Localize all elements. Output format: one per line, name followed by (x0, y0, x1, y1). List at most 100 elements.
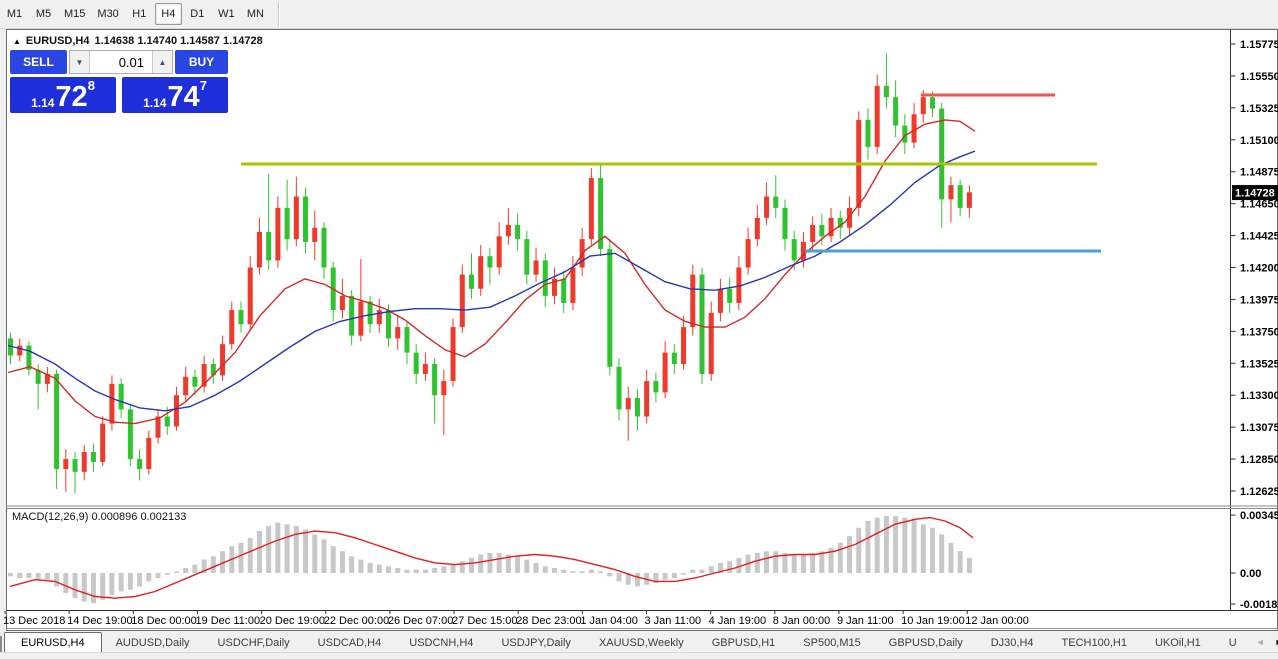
macd-histogram-bar (451, 565, 456, 573)
chart-tab-dj30-h4[interactable]: DJ30,H4 (977, 634, 1048, 652)
macd-histogram-bar (543, 566, 548, 573)
chart-tab-usdchf-daily[interactable]: USDCHF,Daily (204, 634, 304, 652)
tab-scroll-left-icon[interactable]: ◄ (1251, 637, 1270, 647)
macd-histogram-bar (580, 571, 585, 573)
macd-histogram-bar (358, 560, 363, 573)
volume-input[interactable] (90, 51, 152, 73)
chart-tab-tech100-h1[interactable]: TECH100,H1 (1048, 634, 1141, 652)
chart-tab-eurusd-h4[interactable]: EURUSD,H4 (4, 632, 102, 652)
macd-histogram-bar (8, 573, 13, 576)
macd-histogram-bar (792, 555, 797, 573)
macd-histogram-bar (690, 570, 695, 573)
candle-body (17, 346, 22, 356)
macd-histogram-bar (838, 543, 843, 573)
price-tick-label: 1.15100 (1240, 135, 1278, 147)
candle-body (487, 256, 492, 267)
chart-tabbar: EURUSD,H4AUDUSD,DailyUSDCHF,DailyUSDCAD,… (0, 632, 1278, 652)
sell-button[interactable]: SELL (10, 50, 67, 74)
macd-histogram-bar (91, 573, 96, 603)
candle-body (266, 232, 271, 260)
candle-body (875, 86, 880, 147)
candle-body (653, 381, 658, 392)
ask-price-display[interactable]: 1.14 74 7 (122, 77, 228, 113)
macd-tick-label: 0.00 (1240, 568, 1261, 580)
tab-scroll-right-icon[interactable]: ► (1270, 637, 1278, 647)
price-tick-label: 1.15325 (1240, 103, 1278, 115)
tab-scroll-arrows: ◄► (1251, 632, 1278, 652)
volume-decrease-icon[interactable]: ▼ (70, 51, 90, 73)
candle-body (229, 310, 234, 344)
chart-tab-u[interactable]: U (1215, 634, 1251, 652)
candle-body (248, 267, 253, 324)
bid-price-pips: 72 (55, 84, 87, 110)
macd-histogram-bar (727, 561, 732, 573)
date-tick-label: 28 Dec 23:00 (516, 615, 581, 627)
bid-price-point: 8 (88, 78, 95, 93)
macd-histogram-bar (82, 573, 87, 602)
candle-body (635, 398, 640, 416)
candle-body (690, 275, 695, 328)
candle-body (395, 327, 400, 338)
candle-body (137, 459, 142, 469)
macd-histogram-bar (764, 551, 769, 573)
chart-tab-usdjpy-daily[interactable]: USDJPY,Daily (487, 634, 585, 652)
macd-histogram-bar (423, 570, 428, 573)
date-tick-label: 18 Dec 00:00 (131, 615, 196, 627)
chart-tab-ukoil-h1[interactable]: UKOil,H1 (1141, 634, 1215, 652)
candle-body (100, 424, 105, 462)
candle-body (156, 416, 161, 437)
candle-body (681, 327, 686, 364)
chart-tab-gbpusd-daily[interactable]: GBPUSD,Daily (875, 634, 977, 652)
candle-body (423, 364, 428, 374)
candle-body (119, 384, 124, 410)
macd-histogram-bar (165, 573, 170, 575)
macd-histogram-bar (561, 570, 566, 573)
candle-body (73, 459, 78, 472)
candle-body (580, 239, 585, 267)
chart-window-frame (7, 30, 1278, 631)
one-click-trade-panel: SELL ▼ ▲ BUY 1.14 72 8 1.14 74 7 (10, 50, 228, 113)
macd-histogram-bar (377, 565, 382, 573)
macd-histogram-bar (26, 573, 31, 578)
macd-histogram-bar (635, 573, 640, 586)
macd-histogram-bar (681, 573, 686, 575)
macd-histogram-bar (672, 573, 677, 578)
chart-tab-audusd-daily[interactable]: AUDUSD,Daily (102, 634, 204, 652)
candle-body (239, 310, 244, 324)
volume-stepper: ▼ ▲ (69, 50, 173, 74)
candle-body (321, 228, 326, 268)
candle-body (607, 249, 612, 367)
price-tick-label: 1.13750 (1240, 326, 1278, 338)
collapse-panel-icon[interactable]: ▲ (13, 37, 21, 46)
buy-button[interactable]: BUY (175, 50, 228, 74)
macd-histogram-bar (958, 551, 963, 573)
candle-body (404, 327, 409, 353)
tab-stub[interactable] (0, 636, 2, 652)
chart-tab-xauusd-weekly[interactable]: XAUUSD,Weekly (585, 634, 698, 652)
candle-body (174, 395, 179, 426)
candle-body (497, 236, 502, 267)
date-tick-label: 3 Jan 11:00 (645, 615, 702, 627)
macd-histogram-bar (534, 563, 539, 573)
macd-histogram-bar (395, 568, 400, 573)
chart-tab-gbpusd-h1[interactable]: GBPUSD,H1 (698, 634, 790, 652)
chart-tab-usdcad-h4[interactable]: USDCAD,H4 (304, 634, 396, 652)
candle-body (561, 279, 566, 303)
price-tick-label: 1.15550 (1240, 71, 1278, 83)
candle-body (165, 416, 170, 426)
bid-price-display[interactable]: 1.14 72 8 (10, 77, 116, 113)
chart-tab-sp500-m15[interactable]: SP500,M15 (789, 634, 874, 652)
price-tick-label: 1.13975 (1240, 294, 1278, 306)
candle-body (727, 289, 732, 303)
current-price-label: 1.14728 (1235, 188, 1275, 200)
volume-increase-icon[interactable]: ▲ (152, 51, 172, 73)
macd-histogram-bar (257, 531, 262, 573)
macd-histogram-bar (432, 568, 437, 573)
chart-tab-usdcnh-h4[interactable]: USDCNH,H4 (395, 634, 487, 652)
candle-body (128, 409, 133, 459)
candle-body (644, 381, 649, 416)
macd-histogram-bar (321, 539, 326, 573)
macd-histogram-bar (211, 556, 216, 573)
chart-title: ▲ EURUSD,H4 1.14638 1.14740 1.14587 1.14… (13, 35, 263, 47)
candle-body (368, 302, 373, 325)
